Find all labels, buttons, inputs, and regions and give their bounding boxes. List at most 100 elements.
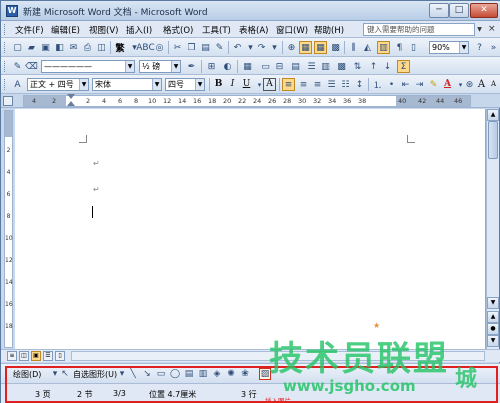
show-hide-icon[interactable]: ¶: [393, 41, 406, 54]
styles-formatting-icon[interactable]: A: [11, 78, 24, 91]
web-layout-icon[interactable]: ◫: [19, 351, 29, 361]
open-icon[interactable]: ▰: [25, 41, 38, 54]
document-map-icon[interactable]: ▥: [377, 41, 390, 54]
tables-borders-icon[interactable]: ▦: [299, 41, 312, 54]
line-style-combo[interactable]: —————— ▼: [41, 60, 135, 73]
menu-view[interactable]: 视图(V): [89, 24, 118, 36]
shading-color-icon[interactable]: ◐: [221, 60, 234, 73]
style-dropdown-arrow-icon[interactable]: ▼: [79, 79, 88, 90]
zoom-combo[interactable]: 90% ▼: [429, 41, 469, 54]
align-center-icon[interactable]: ≡: [297, 78, 310, 91]
font-size-combo[interactable]: 四号 ▼: [165, 78, 205, 91]
distributed-icon[interactable]: ☷: [339, 78, 352, 91]
font-size-dropdown-arrow-icon[interactable]: ▼: [195, 79, 204, 90]
normal-view-icon[interactable]: ≡: [7, 351, 17, 361]
decrease-indent-icon[interactable]: ⇤: [399, 78, 412, 91]
copy-icon[interactable]: ❐: [185, 41, 198, 54]
font-color-button[interactable]: A: [441, 78, 454, 91]
italic-button[interactable]: I: [226, 78, 239, 91]
print-preview-icon[interactable]: ◫: [95, 41, 108, 54]
minimize-button[interactable]: ─: [429, 3, 449, 18]
font-dropdown-arrow-icon[interactable]: ▼: [152, 79, 161, 90]
bullets-icon[interactable]: •: [385, 78, 398, 91]
menubar-grip[interactable]: [4, 24, 7, 35]
document-page[interactable]: ↵ ↵: [15, 109, 485, 349]
insert-table-icon[interactable]: ▦: [314, 41, 327, 54]
toolbar-grip[interactable]: [4, 79, 7, 90]
align-right-icon[interactable]: ≡: [311, 78, 324, 91]
reading-layout-icon[interactable]: ▯: [407, 41, 420, 54]
bold-button[interactable]: B: [212, 78, 225, 91]
drawing-icon[interactable]: ◭: [361, 41, 374, 54]
line-weight-combo[interactable]: ½ 磅 ▼: [139, 60, 181, 73]
help-dropdown-arrow-icon[interactable]: ▼: [475, 23, 484, 36]
sort-descending-icon[interactable]: ↓: [381, 60, 394, 73]
new-document-icon[interactable]: ▢: [11, 41, 24, 54]
research-icon[interactable]: ◎: [153, 41, 166, 54]
select-browse-object-icon[interactable]: ●: [487, 323, 499, 335]
ruler-scale[interactable]: 4 2 2 4 6 8 10 12 14 16 18 20 22 24 26 2…: [23, 95, 471, 107]
character-border-button[interactable]: A: [263, 78, 276, 91]
email-icon[interactable]: ✉: [67, 41, 80, 54]
document-area[interactable]: ↵ ↵: [15, 109, 487, 349]
menu-insert[interactable]: 插入(I): [126, 24, 152, 36]
first-line-indent-marker[interactable]: [67, 94, 75, 99]
vertical-ruler[interactable]: 2 4 6 8 10 12 14 16 18: [4, 110, 13, 348]
outside-border-icon[interactable]: ⊞: [205, 60, 218, 73]
font-combo[interactable]: 宋体 ▼: [92, 78, 162, 91]
line-spacing-icon[interactable]: ↕: [353, 78, 366, 91]
menu-help[interactable]: 帮助(H): [314, 24, 344, 36]
reading-view-icon[interactable]: ▯: [55, 351, 65, 361]
print-layout-icon[interactable]: ▣: [31, 351, 41, 361]
undo-icon[interactable]: ↶: [231, 41, 244, 54]
insert-excel-icon[interactable]: ▩: [329, 41, 342, 54]
help-search-input[interactable]: 键入需要帮助的问题: [363, 23, 475, 36]
document-close-button[interactable]: ×: [488, 24, 496, 34]
columns-icon[interactable]: ⫼: [347, 41, 360, 54]
line-weight-dropdown-arrow-icon[interactable]: ▼: [171, 61, 180, 72]
align-left-icon[interactable]: ≡: [282, 78, 295, 91]
paste-icon[interactable]: ▤: [199, 41, 212, 54]
justify-icon[interactable]: ☰: [325, 78, 338, 91]
traditional-chinese-button[interactable]: 繁: [113, 41, 127, 54]
scroll-thumb[interactable]: [488, 121, 498, 159]
merge-cells-icon[interactable]: ▭: [259, 60, 272, 73]
toolbar-grip[interactable]: [4, 42, 7, 53]
left-indent-marker[interactable]: [67, 101, 75, 106]
highlight-icon[interactable]: ✎: [427, 78, 440, 91]
outline-view-icon[interactable]: ☰: [43, 351, 53, 361]
format-painter-icon[interactable]: ✎: [213, 41, 226, 54]
menu-edit[interactable]: 编辑(E): [51, 24, 80, 36]
border-color-icon[interactable]: ✒: [185, 60, 198, 73]
scroll-up-icon[interactable]: ▲: [487, 109, 499, 121]
horizontal-scrollbar[interactable]: [71, 351, 485, 361]
text-direction-icon[interactable]: ⇅: [351, 60, 364, 73]
eraser-icon[interactable]: ⌫: [25, 60, 38, 73]
menu-format[interactable]: 格式(O): [163, 24, 193, 36]
distribute-rows-icon[interactable]: ☰: [305, 60, 318, 73]
align-icon[interactable]: ▤: [289, 60, 302, 73]
previous-page-icon[interactable]: ▲: [487, 311, 499, 323]
menu-tools[interactable]: 工具(T): [202, 24, 231, 36]
zoom-dropdown-arrow-icon[interactable]: ▼: [459, 42, 468, 53]
menu-window[interactable]: 窗口(W): [276, 24, 308, 36]
permission-icon[interactable]: ◧: [53, 41, 66, 54]
save-icon[interactable]: ▣: [39, 41, 52, 54]
increase-indent-icon[interactable]: ⇥: [413, 78, 426, 91]
menu-file[interactable]: 文件(F): [15, 24, 44, 36]
numbering-icon[interactable]: ⒈: [371, 78, 384, 91]
vertical-scrollbar[interactable]: ▲ ▼ ▲ ● ▼: [486, 109, 499, 349]
toolbar-options-icon[interactable]: »: [487, 41, 500, 54]
autosum-icon[interactable]: Σ: [397, 60, 410, 73]
hyperlink-icon[interactable]: ⊕: [285, 41, 298, 54]
scroll-down-icon[interactable]: ▼: [487, 297, 499, 309]
menu-table[interactable]: 表格(A): [239, 24, 268, 36]
underline-button[interactable]: U: [240, 78, 253, 91]
style-combo[interactable]: 正文 + 四号 ▼: [27, 78, 89, 91]
redo-dropdown-icon[interactable]: ▾: [268, 41, 281, 54]
line-style-dropdown-arrow-icon[interactable]: ▼: [125, 61, 134, 72]
redo-icon[interactable]: ↷: [255, 41, 268, 54]
insert-table-tb-icon[interactable]: ▦: [241, 60, 254, 73]
next-page-icon[interactable]: ▼: [487, 335, 499, 347]
shrink-font-button[interactable]: A: [487, 78, 500, 91]
